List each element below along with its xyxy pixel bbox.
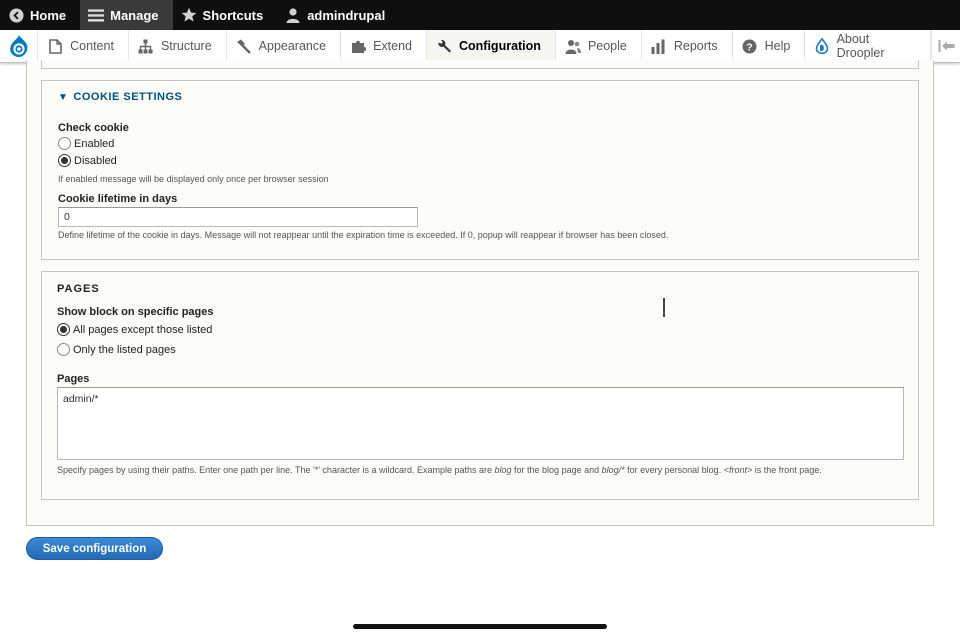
svg-text:?: ?: [746, 41, 752, 53]
radio-enabled[interactable]: [58, 137, 71, 150]
radio-only-listed-label: Only the listed pages: [73, 343, 176, 356]
check-cookie-label: Check cookie: [58, 122, 129, 134]
tray-item-people-label: People: [587, 39, 627, 53]
cookie-lifetime-description: Define lifetime of the cookie in days. M…: [58, 230, 669, 240]
cookie-lifetime-input[interactable]: [58, 207, 418, 227]
pages-desc-a: Specify pages by using their paths. Ente…: [57, 465, 495, 475]
tray-item-structure-label: Structure: [160, 39, 212, 53]
show-block-label: Show block on specific pages: [57, 306, 214, 318]
pages-desc-g: is the front page.: [752, 465, 822, 475]
pages-legend: PAGES: [57, 283, 100, 295]
cookie-settings-legend: COOKIE SETTINGS: [73, 91, 183, 103]
check-cookie-disabled-option[interactable]: Disabled: [58, 154, 117, 167]
pages-fieldset: PAGES Show block on specific pages All p…: [41, 271, 919, 500]
pages-textarea-label: Pages: [57, 373, 90, 385]
tray-item-configuration-label: Configuration: [459, 39, 541, 53]
pages-desc-d: blog/*: [601, 465, 625, 475]
star-icon: [181, 7, 197, 23]
pages-description: Specify pages by using their paths. Ente…: [57, 465, 822, 475]
tray-item-about-droopler[interactable]: About Droopler: [805, 30, 932, 62]
radio-disabled-label: Disabled: [74, 154, 117, 167]
pages-desc-e: for every personal blog.: [624, 465, 724, 475]
previous-fieldset-bottom: [41, 60, 919, 69]
structure-icon: [138, 38, 154, 54]
help-icon: ?: [742, 38, 758, 54]
puzzle-icon: [350, 38, 366, 54]
radio-all-except-label: All pages except those listed: [73, 323, 213, 336]
tray-item-reports-label: Reports: [673, 39, 718, 53]
pages-desc-f: <front>: [723, 465, 753, 475]
paintbrush-icon: [236, 38, 252, 54]
droopler-icon: [814, 38, 829, 54]
toolbar-manage-label: Manage: [110, 7, 159, 23]
toolbar-shortcuts-label: Shortcuts: [202, 7, 264, 23]
radio-only-listed[interactable]: [57, 343, 70, 356]
tray-item-help-label: Help: [764, 39, 791, 53]
people-icon: [565, 38, 581, 54]
pages-desc-c: for the blog page and: [511, 465, 602, 475]
tray-item-structure[interactable]: Structure: [129, 30, 227, 62]
save-configuration-button[interactable]: Save configuration: [26, 537, 163, 560]
cookie-lifetime-label: Cookie lifetime in days: [58, 193, 178, 205]
cookie-settings-toggle[interactable]: ▼ COOKIE SETTINGS: [58, 91, 182, 103]
tray-item-configuration[interactable]: Configuration: [427, 30, 556, 62]
tray-item-appearance-label: Appearance: [258, 39, 327, 53]
pages-option-only-listed[interactable]: Only the listed pages: [57, 343, 176, 356]
toolbar-home[interactable]: Home: [0, 0, 80, 30]
toolbar-tray: Content Structure Appearance Extend Conf…: [0, 30, 960, 63]
text-cursor: [663, 298, 665, 317]
user-icon: [285, 7, 301, 23]
pages-textarea[interactable]: admin/*: [57, 387, 904, 460]
tray-item-help[interactable]: ? Help: [733, 30, 806, 62]
pages-option-all-except[interactable]: All pages except those listed: [57, 323, 212, 336]
toolbar-user[interactable]: admindrupal: [277, 0, 399, 30]
collapse-tray-icon[interactable]: [931, 30, 960, 62]
hamburger-menu-icon: [88, 7, 105, 23]
toolbar-home-label: Home: [30, 7, 67, 23]
tray-item-appearance[interactable]: Appearance: [227, 30, 342, 62]
toolbar-shortcuts[interactable]: Shortcuts: [173, 0, 278, 30]
tray-item-extend-label: Extend: [373, 39, 412, 53]
tray-item-reports[interactable]: Reports: [642, 30, 733, 62]
radio-all-except[interactable]: [57, 323, 70, 336]
tray-item-people[interactable]: People: [556, 30, 642, 62]
tray-item-about-droopler-label: About Droopler: [836, 32, 885, 60]
admin-toolbar: Home Manage Shortcuts admindrupal: [0, 0, 960, 30]
bar-chart-icon: [651, 38, 667, 54]
check-cookie-enabled-option[interactable]: Enabled: [58, 137, 114, 150]
tray-item-content[interactable]: Content: [38, 30, 129, 62]
pages-desc-b: blog: [494, 465, 512, 475]
home-indicator[interactable]: [353, 624, 607, 629]
back-circle-icon: [8, 7, 24, 23]
page-icon: [47, 38, 63, 54]
toolbar-user-label: admindrupal: [307, 7, 386, 23]
triangle-down-icon: ▼: [58, 91, 69, 103]
tray-item-content-label: Content: [70, 39, 114, 53]
radio-enabled-label: Enabled: [74, 137, 115, 150]
radio-disabled[interactable]: [58, 154, 71, 167]
check-cookie-description: If enabled message will be displayed onl…: [58, 174, 329, 184]
drupal-logo-icon[interactable]: [0, 30, 39, 62]
toolbar-manage[interactable]: Manage: [80, 0, 173, 30]
cookie-settings-fieldset: ▼ COOKIE SETTINGS Check cookie Enabled D…: [41, 80, 919, 260]
tray-item-extend[interactable]: Extend: [341, 30, 427, 62]
wrench-icon: [436, 38, 452, 54]
